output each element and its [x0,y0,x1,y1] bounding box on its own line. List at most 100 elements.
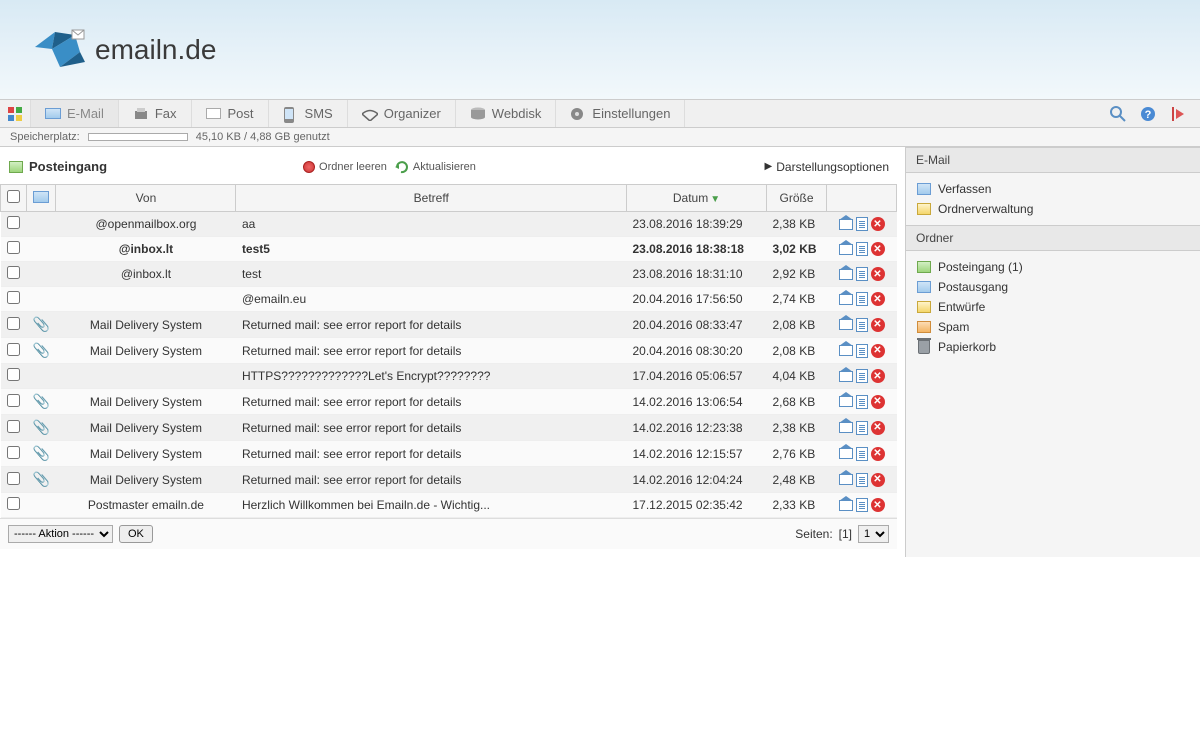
view-source-icon[interactable] [856,344,868,358]
nav-organizer[interactable]: Organizer [348,100,456,127]
mail-date: 20.04.2016 08:30:20 [627,338,767,364]
row-checkbox[interactable] [7,368,20,381]
view-source-icon[interactable] [856,369,868,383]
ok-button[interactable]: OK [119,525,153,543]
nav-e-mail[interactable]: E-Mail [31,100,119,127]
delete-icon[interactable]: ✕ [871,267,885,281]
view-source-icon[interactable] [856,217,868,231]
nav-post[interactable]: Post [192,100,269,127]
col-date[interactable]: Datum▼ [627,185,767,212]
col-subject[interactable]: Betreff [236,185,627,212]
mail-row[interactable]: @inbox.lttest23.08.2016 18:31:102,92 KB✕ [1,262,897,287]
open-mail-icon[interactable] [839,319,853,330]
row-checkbox[interactable] [7,317,20,330]
mail-row[interactable]: 📎Mail Delivery SystemReturned mail: see … [1,389,897,415]
mail-row[interactable]: @emailn.eu20.04.2016 17:56:502,74 KB✕ [1,287,897,312]
folder-spam[interactable]: Spam [906,317,1200,337]
open-mail-icon[interactable] [839,474,853,485]
nav-einstellungen[interactable]: Einstellungen [556,100,685,127]
delete-icon[interactable]: ✕ [871,292,885,306]
mail-row[interactable]: @inbox.lttest523.08.2016 18:38:183,02 KB… [1,237,897,262]
mail-row[interactable]: @openmailbox.orgaa23.08.2016 18:39:292,3… [1,212,897,237]
open-mail-icon[interactable] [839,345,853,356]
delete-icon[interactable]: ✕ [871,217,885,231]
open-mail-icon[interactable] [839,448,853,459]
open-mail-icon[interactable] [839,269,853,280]
settings-icon [570,107,586,121]
view-source-icon[interactable] [856,292,868,306]
open-mail-icon[interactable] [839,500,853,511]
logout-icon[interactable] [1170,106,1186,122]
row-checkbox[interactable] [7,241,20,254]
display-options-button[interactable]: ▶ Darstellungsoptionen [765,160,889,174]
page-select[interactable]: 1 [858,525,889,543]
select-all-checkbox[interactable] [7,190,20,203]
row-checkbox[interactable] [7,497,20,510]
row-checkbox[interactable] [7,216,20,229]
folder-posteingang-[interactable]: Posteingang (1) [906,257,1200,277]
row-checkbox[interactable] [7,291,20,304]
post-icon [206,107,222,121]
nav-webdisk[interactable]: Webdisk [456,100,557,127]
refresh-button[interactable]: Aktualisieren [395,160,476,174]
mail-row[interactable]: HTTPS?????????????Let's Encrypt????????1… [1,364,897,389]
logo[interactable]: emailn.de [30,27,216,72]
view-source-icon[interactable] [856,447,868,461]
organizer-icon [362,107,378,121]
view-source-icon[interactable] [856,421,868,435]
delete-icon[interactable]: ✕ [871,395,885,409]
help-icon[interactable]: ? [1140,106,1156,122]
sidebar-compose[interactable]: Verfassen [906,179,1200,199]
delete-icon[interactable]: ✕ [871,473,885,487]
nav-sms[interactable]: SMS [269,100,348,127]
view-source-icon[interactable] [856,267,868,281]
col-from[interactable]: Von [56,185,236,212]
col-size[interactable]: Größe [767,185,827,212]
view-source-icon[interactable] [856,498,868,512]
search-icon[interactable] [1110,106,1126,122]
storage-text: 45,10 KB / 4,88 GB genutzt [196,131,330,143]
sidebar-folder-admin[interactable]: Ordnerverwaltung [906,199,1200,219]
mail-row[interactable]: 📎Mail Delivery SystemReturned mail: see … [1,467,897,493]
mail-size: 2,92 KB [767,262,827,287]
open-mail-icon[interactable] [839,396,853,407]
mail-subject: aa [236,212,627,237]
row-checkbox[interactable] [7,420,20,433]
row-checkbox[interactable] [7,394,20,407]
view-source-icon[interactable] [856,318,868,332]
delete-icon[interactable]: ✕ [871,369,885,383]
mail-row[interactable]: Postmaster emailn.deHerzlich Willkommen … [1,493,897,518]
open-mail-icon[interactable] [839,294,853,305]
row-checkbox[interactable] [7,343,20,356]
nav-apps-button[interactable] [0,100,31,127]
nav-fax[interactable]: Fax [119,100,192,127]
folder-papierkorb[interactable]: Papierkorb [906,337,1200,357]
mail-row[interactable]: 📎Mail Delivery SystemReturned mail: see … [1,338,897,364]
attachment-icon: 📎 [33,419,50,435]
open-mail-icon[interactable] [839,244,853,255]
view-source-icon[interactable] [856,473,868,487]
delete-icon[interactable]: ✕ [871,344,885,358]
bulk-action-select[interactable]: ------ Aktion ------ [8,525,113,543]
view-source-icon[interactable] [856,395,868,409]
mail-row[interactable]: 📎Mail Delivery SystemReturned mail: see … [1,312,897,338]
delete-icon[interactable]: ✕ [871,498,885,512]
open-mail-icon[interactable] [839,422,853,433]
delete-icon[interactable]: ✕ [871,421,885,435]
row-checkbox[interactable] [7,472,20,485]
folder-entw-rfe[interactable]: Entwürfe [906,297,1200,317]
mail-row[interactable]: 📎Mail Delivery SystemReturned mail: see … [1,441,897,467]
empty-folder-button[interactable]: Ordner leeren [303,161,387,173]
delete-icon[interactable]: ✕ [871,318,885,332]
mail-size: 2,33 KB [767,493,827,518]
row-checkbox[interactable] [7,266,20,279]
open-mail-icon[interactable] [839,219,853,230]
mail-row[interactable]: 📎Mail Delivery SystemReturned mail: see … [1,415,897,441]
open-mail-icon[interactable] [839,371,853,382]
delete-icon[interactable]: ✕ [871,242,885,256]
folder-postausgang[interactable]: Postausgang [906,277,1200,297]
view-source-icon[interactable] [856,242,868,256]
delete-icon[interactable]: ✕ [871,447,885,461]
row-checkbox[interactable] [7,446,20,459]
mail-size: 2,08 KB [767,338,827,364]
